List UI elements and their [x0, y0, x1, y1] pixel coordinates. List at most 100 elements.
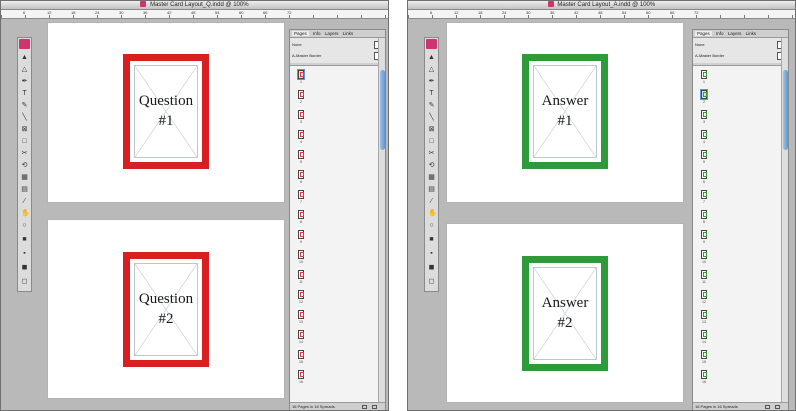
- page-thumbnail[interactable]: [298, 250, 304, 259]
- page-thumbnail[interactable]: [701, 110, 707, 119]
- tab-pages[interactable]: Pages: [292, 31, 309, 36]
- free-transform-tool-icon[interactable]: ⟲: [428, 162, 435, 169]
- page-thumbnail[interactable]: [298, 90, 304, 99]
- card-text[interactable]: Answer #2: [529, 293, 601, 333]
- page-thumbnail[interactable]: [701, 190, 707, 199]
- scissors-tool-icon[interactable]: ✂: [428, 150, 435, 157]
- page-thumbnail[interactable]: [298, 370, 304, 379]
- page-thumbnail[interactable]: [298, 310, 304, 319]
- note-tool-icon[interactable]: ▤: [21, 186, 28, 193]
- hand-tool-icon[interactable]: ✋: [428, 210, 437, 217]
- trash-icon[interactable]: [372, 405, 377, 409]
- rectangle-frame-tool-icon[interactable]: ⊠: [428, 126, 435, 133]
- page-thumbnail[interactable]: [701, 70, 707, 79]
- question-card-frame[interactable]: Question #1: [123, 54, 209, 169]
- page-thumbnail[interactable]: [298, 190, 304, 199]
- line-tool-icon[interactable]: ╲: [21, 114, 28, 121]
- page-thumbnail[interactable]: [298, 150, 304, 159]
- pencil-tool-icon[interactable]: ✎: [21, 102, 28, 109]
- page-thumbnail[interactable]: [701, 270, 707, 279]
- pages-scrollbar[interactable]: [781, 38, 788, 403]
- document-page-1[interactable]: Answer #1: [446, 22, 684, 203]
- page-thumbnail[interactable]: [297, 69, 305, 80]
- page-thumbnail[interactable]: [298, 330, 304, 339]
- master-a-border[interactable]: A-Master Border: [695, 51, 783, 61]
- page-thumbnail[interactable]: [298, 290, 304, 299]
- rectangle-frame-tool-icon[interactable]: ⊠: [21, 126, 28, 133]
- tab-info[interactable]: Info: [716, 31, 724, 36]
- card-text[interactable]: Answer #1: [529, 91, 601, 131]
- page-thumbnail[interactable]: [701, 290, 707, 299]
- tab-layers[interactable]: Layers: [325, 31, 339, 36]
- page-thumbnail[interactable]: [701, 310, 707, 319]
- gradient-tool-icon[interactable]: ▦: [428, 174, 435, 181]
- apply-color-icon[interactable]: ▪: [21, 250, 28, 257]
- line-tool-icon[interactable]: ╲: [428, 114, 435, 121]
- type-tool-icon[interactable]: T: [428, 90, 435, 97]
- card-text[interactable]: Question #2: [130, 289, 202, 329]
- rectangle-tool-icon[interactable]: □: [428, 138, 435, 145]
- question-card-frame[interactable]: Question #2: [123, 252, 209, 367]
- selection-tool-icon[interactable]: ▲: [21, 54, 28, 61]
- hand-tool-icon[interactable]: ✋: [21, 210, 30, 217]
- direct-selection-tool-icon[interactable]: △: [21, 66, 28, 73]
- window-titlebar[interactable]: Master Card Layout_A.indd @ 100%: [408, 1, 795, 10]
- fill-stroke-swatch-icon[interactable]: ■: [428, 236, 435, 243]
- scrollbar-thumb[interactable]: [380, 70, 385, 150]
- tab-links[interactable]: Links: [343, 31, 354, 36]
- page-thumbnail[interactable]: [701, 130, 707, 139]
- tab-links[interactable]: Links: [746, 31, 757, 36]
- master-a-border[interactable]: A-Master Border: [292, 51, 380, 61]
- page-thumbnail[interactable]: [701, 250, 707, 259]
- page-thumbnail[interactable]: [298, 350, 304, 359]
- page-thumbnail[interactable]: [298, 270, 304, 279]
- page-thumbnail[interactable]: [298, 230, 304, 239]
- scrollbar-thumb[interactable]: [783, 70, 788, 150]
- window-titlebar[interactable]: Master Card Layout_Q.indd @ 100%: [1, 1, 388, 10]
- zoom-tool-icon[interactable]: ○: [21, 222, 28, 229]
- zoom-tool-icon[interactable]: ○: [428, 222, 435, 229]
- type-tool-icon[interactable]: T: [21, 90, 28, 97]
- page-thumbnail[interactable]: [701, 230, 707, 239]
- pages-scrollbar[interactable]: [378, 38, 385, 403]
- gradient-tool-icon[interactable]: ▦: [21, 174, 28, 181]
- scissors-tool-icon[interactable]: ✂: [21, 150, 28, 157]
- pencil-tool-icon[interactable]: ✎: [428, 102, 435, 109]
- page-thumbnail[interactable]: [700, 89, 708, 100]
- document-page-1[interactable]: Question #1: [47, 22, 285, 203]
- normal-view-mode-icon[interactable]: ◼: [21, 264, 28, 271]
- trash-icon[interactable]: [775, 405, 780, 409]
- apply-color-icon[interactable]: ▪: [428, 250, 435, 257]
- document-page-2[interactable]: Answer #2: [446, 223, 684, 403]
- page-thumbnail[interactable]: [701, 150, 707, 159]
- master-none[interactable]: None: [292, 40, 380, 50]
- page-thumbnail[interactable]: [701, 350, 707, 359]
- page-thumbnail[interactable]: [701, 210, 707, 219]
- horizontal-ruler[interactable]: 6 12 18 24 30 36 42 48 54 60 66 72: [408, 10, 795, 19]
- tab-info[interactable]: Info: [313, 31, 321, 36]
- pen-tool-icon[interactable]: ✒: [428, 78, 435, 85]
- pen-tool-icon[interactable]: ✒: [21, 78, 28, 85]
- card-text[interactable]: Question #1: [130, 91, 202, 131]
- note-tool-icon[interactable]: ▤: [428, 186, 435, 193]
- page-thumbnail[interactable]: [298, 110, 304, 119]
- document-page-2[interactable]: Question #2: [47, 219, 285, 399]
- free-transform-tool-icon[interactable]: ⟲: [21, 162, 28, 169]
- page-thumbnail[interactable]: [701, 330, 707, 339]
- preview-mode-icon[interactable]: ◻: [21, 278, 28, 285]
- tab-pages[interactable]: Pages: [695, 31, 712, 36]
- fill-stroke-swatch-icon[interactable]: ■: [21, 236, 28, 243]
- preview-mode-icon[interactable]: ◻: [428, 278, 435, 285]
- new-page-icon[interactable]: [765, 405, 770, 409]
- page-thumbnail[interactable]: [701, 370, 707, 379]
- page-thumbnail[interactable]: [298, 130, 304, 139]
- eyedropper-tool-icon[interactable]: ⁄: [21, 198, 28, 205]
- page-thumbnail[interactable]: [298, 170, 304, 179]
- page-thumbnail[interactable]: [298, 210, 304, 219]
- rectangle-tool-icon[interactable]: □: [21, 138, 28, 145]
- new-page-icon[interactable]: [362, 405, 367, 409]
- answer-card-frame[interactable]: Answer #1: [522, 54, 608, 169]
- eyedropper-tool-icon[interactable]: ⁄: [428, 198, 435, 205]
- selection-tool-icon[interactable]: ▲: [428, 54, 435, 61]
- page-thumbnail[interactable]: [701, 170, 707, 179]
